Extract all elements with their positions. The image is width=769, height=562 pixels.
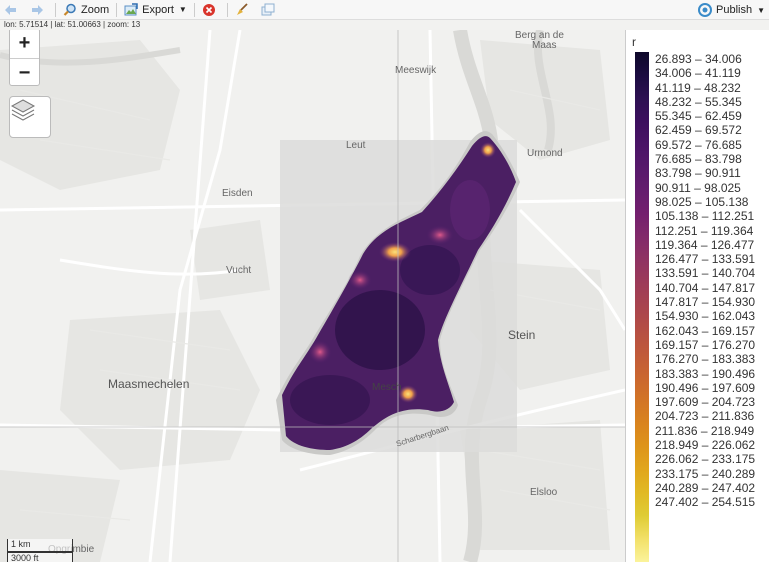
export-label: Export xyxy=(142,3,174,16)
publish-icon xyxy=(698,3,712,17)
arrow-left-icon xyxy=(5,4,16,15)
legend-entry: 226.062 – 233.175 xyxy=(655,452,756,467)
zoom-control: + − xyxy=(9,30,40,86)
arrow-right-icon xyxy=(32,4,43,15)
legend-entry: 197.609 – 204.723 xyxy=(655,395,756,410)
publish-button[interactable]: Publish ▼ xyxy=(698,0,765,20)
legend-entry: 55.345 – 62.459 xyxy=(655,109,742,124)
basemap xyxy=(0,30,625,562)
legend-entry: 98.025 – 105.138 xyxy=(655,194,749,209)
legend: r 26.893 – 34.006 34.006 – 41.119 41.119 –… xyxy=(625,30,769,562)
legend-entry: 176.270 – 183.383 xyxy=(655,352,756,367)
legend-entry: 218.949 – 226.062 xyxy=(655,438,756,453)
place-label-urmond: Urmond xyxy=(527,148,563,159)
zoom-out-button[interactable]: − xyxy=(10,58,39,87)
zoom-in-button[interactable]: + xyxy=(10,30,39,58)
layers-icon xyxy=(10,99,36,121)
legend-entry: 162.043 – 169.157 xyxy=(655,323,756,338)
legend-entry: 83.798 – 90.911 xyxy=(655,166,741,181)
popout-window-icon xyxy=(261,3,275,15)
place-label-stein: Stein xyxy=(508,328,536,342)
zoom-button[interactable]: Zoom xyxy=(59,0,113,20)
legend-entry: 41.119 – 48.232 xyxy=(655,80,741,95)
legend-entry: 140.704 – 147.817 xyxy=(655,280,756,295)
place-label-leut: Leut xyxy=(346,140,366,151)
legend-entry: 62.459 – 69.572 xyxy=(655,123,742,138)
chevron-down-icon: ▼ xyxy=(178,5,187,14)
legend-entry: 126.477 – 133.591 xyxy=(655,252,756,267)
close-circle-icon xyxy=(202,3,215,16)
legend-entry: 190.496 – 197.609 xyxy=(655,380,756,395)
legend-entry: 183.383 – 190.496 xyxy=(655,366,756,381)
legend-entries: 26.893 – 34.006 34.006 – 41.119 41.119 – 4… xyxy=(655,52,755,510)
map-view[interactable]: Berg an de Maas Meeswijk Leut Urmond Eis… xyxy=(0,30,625,562)
separator xyxy=(116,2,118,17)
scale-imperial: 3000 ft xyxy=(7,552,73,562)
separator xyxy=(55,2,56,17)
legend-entry: 247.402 – 254.515 xyxy=(655,495,756,510)
toolbar: Zoom Export ▼ Publish ▼ xyxy=(0,0,769,20)
legend-entry: 233.175 – 240.289 xyxy=(655,466,756,481)
separator xyxy=(193,2,195,17)
legend-entry: 119.364 – 126.477 xyxy=(655,237,755,252)
scale-metric: 1 km xyxy=(7,539,73,552)
legend-entry: 48.232 – 55.345 xyxy=(655,94,742,109)
legend-entry: 34.006 – 41.119 xyxy=(655,66,741,81)
zoom-label: Zoom xyxy=(81,3,110,16)
clear-button[interactable] xyxy=(198,0,224,20)
magnifier-icon xyxy=(63,3,76,16)
place-label-vucht: Vucht xyxy=(226,265,252,276)
place-label-mesch: Mesch xyxy=(372,382,402,393)
forward-button[interactable] xyxy=(26,0,52,20)
legend-entry: 112.251 – 119.364 xyxy=(655,223,754,238)
legend-entry: 105.138 – 112.251 xyxy=(655,209,755,224)
place-label-berg-maas: Maas xyxy=(532,40,557,51)
legend-entry: 240.289 – 247.402 xyxy=(655,480,756,495)
publish-label: Publish xyxy=(716,4,753,16)
separator xyxy=(226,2,228,17)
legend-color-ramp xyxy=(635,52,649,562)
legend-entry: 76.685 – 83.798 xyxy=(655,152,742,167)
legend-entry: 133.591 – 140.704 xyxy=(655,266,756,281)
legend-entry: 69.572 – 76.685 xyxy=(655,137,742,152)
popout-button[interactable] xyxy=(257,0,283,20)
legend-entry: 169.157 – 176.270 xyxy=(655,337,756,352)
place-label-elsloo: Elsloo xyxy=(530,487,558,498)
legend-entry: 147.817 – 154.930 xyxy=(655,295,756,310)
place-label-meeswijk: Meeswijk xyxy=(395,65,437,76)
place-label-eisden: Eisden xyxy=(222,188,253,199)
layers-control[interactable] xyxy=(9,96,51,138)
chevron-down-icon: ▼ xyxy=(757,5,765,15)
legend-entry: 26.893 – 34.006 xyxy=(655,52,742,66)
legend-entry: 154.930 – 162.043 xyxy=(655,309,756,324)
legend-entry: 204.723 – 211.836 xyxy=(655,409,755,424)
scale-bar: 1 km 3000 ft xyxy=(7,539,73,562)
broom-icon xyxy=(236,2,248,15)
place-label-maasmechelen: Maasmechelen xyxy=(108,377,190,391)
legend-title: r xyxy=(632,35,636,49)
brush-button[interactable] xyxy=(231,0,257,20)
back-button[interactable] xyxy=(0,0,26,20)
export-image-icon xyxy=(124,2,138,15)
legend-entry: 211.836 – 218.949 xyxy=(655,423,755,438)
export-button[interactable]: Export ▼ xyxy=(120,0,191,20)
coordinate-readout: lon: 5.71514 | lat: 51.00663 | zoom: 13 xyxy=(4,20,141,29)
legend-entry: 90.911 – 98.025 xyxy=(655,180,741,195)
